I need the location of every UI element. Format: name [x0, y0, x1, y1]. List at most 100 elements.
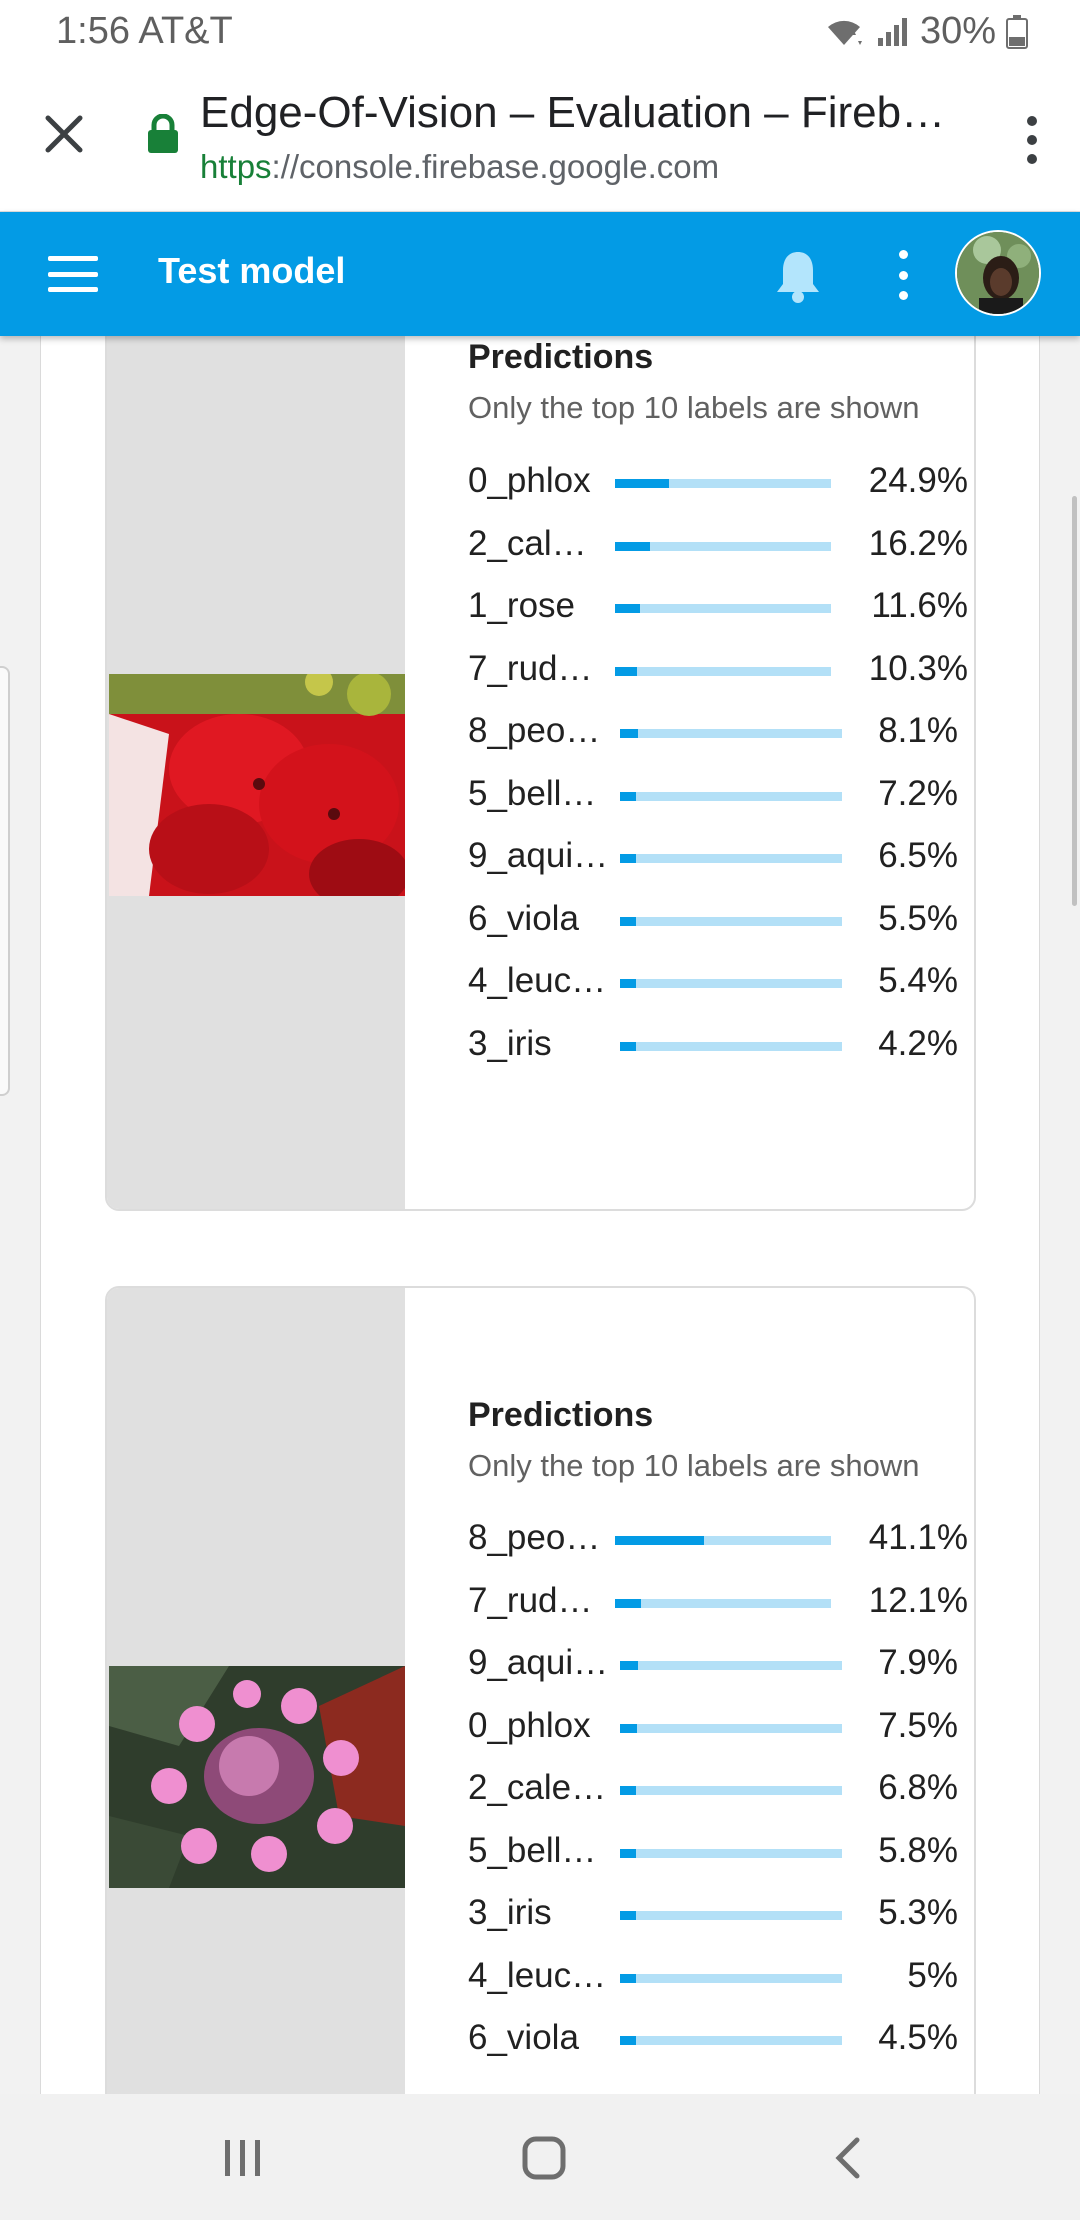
prediction-value: 5.4%	[878, 961, 958, 1000]
home-button[interactable]	[514, 2128, 574, 2188]
prediction-row: 1_rose 11.6%	[468, 576, 968, 638]
prediction-bar	[620, 916, 842, 926]
prediction-bar	[620, 2036, 842, 2045]
prediction-bar	[620, 1041, 842, 1051]
prediction-bar	[620, 1911, 842, 1920]
signal-icon	[877, 17, 907, 46]
lock-icon	[148, 114, 178, 153]
back-button[interactable]	[818, 2128, 878, 2188]
back-icon	[835, 2137, 860, 2179]
prediction-label: 6_viola	[468, 2018, 579, 2057]
prediction-bar-fill	[615, 1536, 704, 1545]
prediction-row: 2_cal… 16.2%	[468, 514, 968, 576]
recent-apps-button[interactable]	[213, 2128, 273, 2188]
prediction-label: 5_bell…	[468, 1830, 597, 1870]
prediction-bar-fill	[620, 1786, 636, 1795]
prediction-value: 24.9%	[868, 461, 968, 500]
predictions-title: Predictions	[468, 1396, 654, 1434]
prediction-bar	[620, 1786, 842, 1795]
prediction-row: 3_iris 4.2%	[468, 1014, 968, 1076]
prediction-label: 8_peo…	[468, 711, 601, 750]
prediction-value: 7.9%	[878, 1643, 958, 1682]
notifications-bell-icon[interactable]	[772, 248, 824, 304]
red-petunia-photo	[109, 674, 405, 896]
prediction-bar-fill	[615, 1598, 642, 1608]
prediction-bar-fill	[620, 979, 636, 988]
prediction-label: 9_aqui…	[468, 836, 609, 875]
predictions-column: Predictions Only the top 10 labels are s…	[405, 336, 974, 1209]
predictions-column: Predictions Only the top 10 labels are s…	[405, 1288, 974, 2094]
prediction-bar	[620, 1973, 842, 1983]
prediction-bar-fill	[620, 1661, 638, 1670]
prediction-bar-fill	[615, 541, 650, 551]
prediction-value: 5.8%	[878, 1830, 958, 1870]
browser-menu-button[interactable]	[1012, 110, 1052, 170]
prediction-label: 3_iris	[468, 1893, 552, 1932]
prediction-label: 2_cal…	[468, 523, 587, 563]
page-title[interactable]: Edge-Of-Vision – Evaluation – Firebase	[200, 88, 960, 138]
prediction-value: 5.5%	[878, 898, 958, 938]
prediction-row: 9_aqui… 6.5%	[468, 826, 968, 888]
avatar-photo	[957, 232, 1039, 314]
close-icon	[45, 115, 83, 153]
url-scheme: https	[200, 148, 272, 185]
prediction-bar	[620, 1661, 842, 1670]
prediction-label: 0_phlox	[468, 461, 591, 500]
prediction-card: Predictions Only the top 10 labels are s…	[105, 336, 976, 1211]
prediction-label: 9_aqui…	[468, 1643, 609, 1682]
predictions-subtitle: Only the top 10 labels are shown	[468, 1448, 920, 1483]
prediction-row: 7_rud… 12.1%	[468, 1571, 968, 1633]
prediction-label: 4_leuc…	[468, 961, 607, 1000]
prediction-value: 5%	[907, 1955, 958, 1995]
prediction-value: 10.3%	[868, 648, 968, 688]
prediction-bar-fill	[620, 1723, 637, 1733]
prediction-value: 7.5%	[878, 1705, 958, 1745]
prediction-bar	[615, 604, 831, 613]
prediction-label: 0_phlox	[468, 1705, 591, 1745]
prediction-row: 7_rud… 10.3%	[468, 639, 968, 701]
prediction-bar	[620, 1848, 842, 1858]
prediction-value: 12.1%	[868, 1580, 968, 1620]
app-more-options-button[interactable]	[892, 250, 914, 300]
prediction-bar	[615, 666, 831, 676]
prediction-bar-fill	[620, 854, 636, 863]
prediction-row: 0_phlox 7.5%	[468, 1696, 968, 1758]
prediction-label: 6_viola	[468, 898, 579, 938]
prediction-bar	[620, 1723, 842, 1733]
page-url[interactable]: https://console.firebase.google.com	[200, 148, 719, 186]
prediction-bar	[620, 979, 842, 988]
predictions-title: Predictions	[468, 338, 654, 376]
image-column	[107, 1288, 405, 2094]
prediction-value: 6.5%	[878, 836, 958, 875]
prediction-bar-fill	[620, 916, 636, 926]
prediction-bar	[615, 541, 831, 551]
prediction-bar-fill	[620, 1911, 636, 1920]
status-bar: 1:56 AT&T 30%	[0, 0, 1080, 66]
prediction-row: 4_leuc… 5%	[468, 1946, 968, 2008]
menu-icon[interactable]	[48, 256, 98, 292]
account-avatar[interactable]	[955, 230, 1041, 316]
prediction-value: 7.2%	[878, 773, 958, 813]
prediction-bar-fill	[620, 791, 636, 801]
browser-url-bar: Edge-Of-Vision – Evaluation – Firebase h…	[0, 66, 1080, 212]
status-icons: 30%	[822, 10, 1028, 53]
prediction-row: 4_leuc… 5.4%	[468, 951, 968, 1013]
prediction-bar-fill	[620, 1041, 636, 1051]
pink-hydrangea-photo	[109, 1666, 405, 1888]
prediction-bar-fill	[615, 604, 641, 613]
prediction-row: 8_peo… 8.1%	[468, 701, 968, 763]
prediction-label: 7_rud…	[468, 1580, 593, 1620]
system-navigation-bar	[0, 2094, 1080, 2220]
prediction-bar	[615, 1536, 831, 1545]
scrollbar[interactable]	[1072, 496, 1077, 906]
prediction-value: 4.5%	[878, 2018, 958, 2057]
prediction-row: 0_phlox 24.9%	[468, 451, 968, 513]
prediction-value: 5.3%	[878, 1893, 958, 1932]
close-tab-button[interactable]	[36, 106, 92, 162]
image-column	[107, 336, 405, 1209]
prediction-row: 2_cale… 6.8%	[468, 1758, 968, 1820]
side-drawer-handle[interactable]	[0, 666, 10, 1096]
prediction-row: 5_bell… 5.8%	[468, 1821, 968, 1883]
prediction-row: 6_viola 4.5%	[468, 2008, 968, 2070]
prediction-card: Predictions Only the top 10 labels are s…	[105, 1286, 976, 2094]
